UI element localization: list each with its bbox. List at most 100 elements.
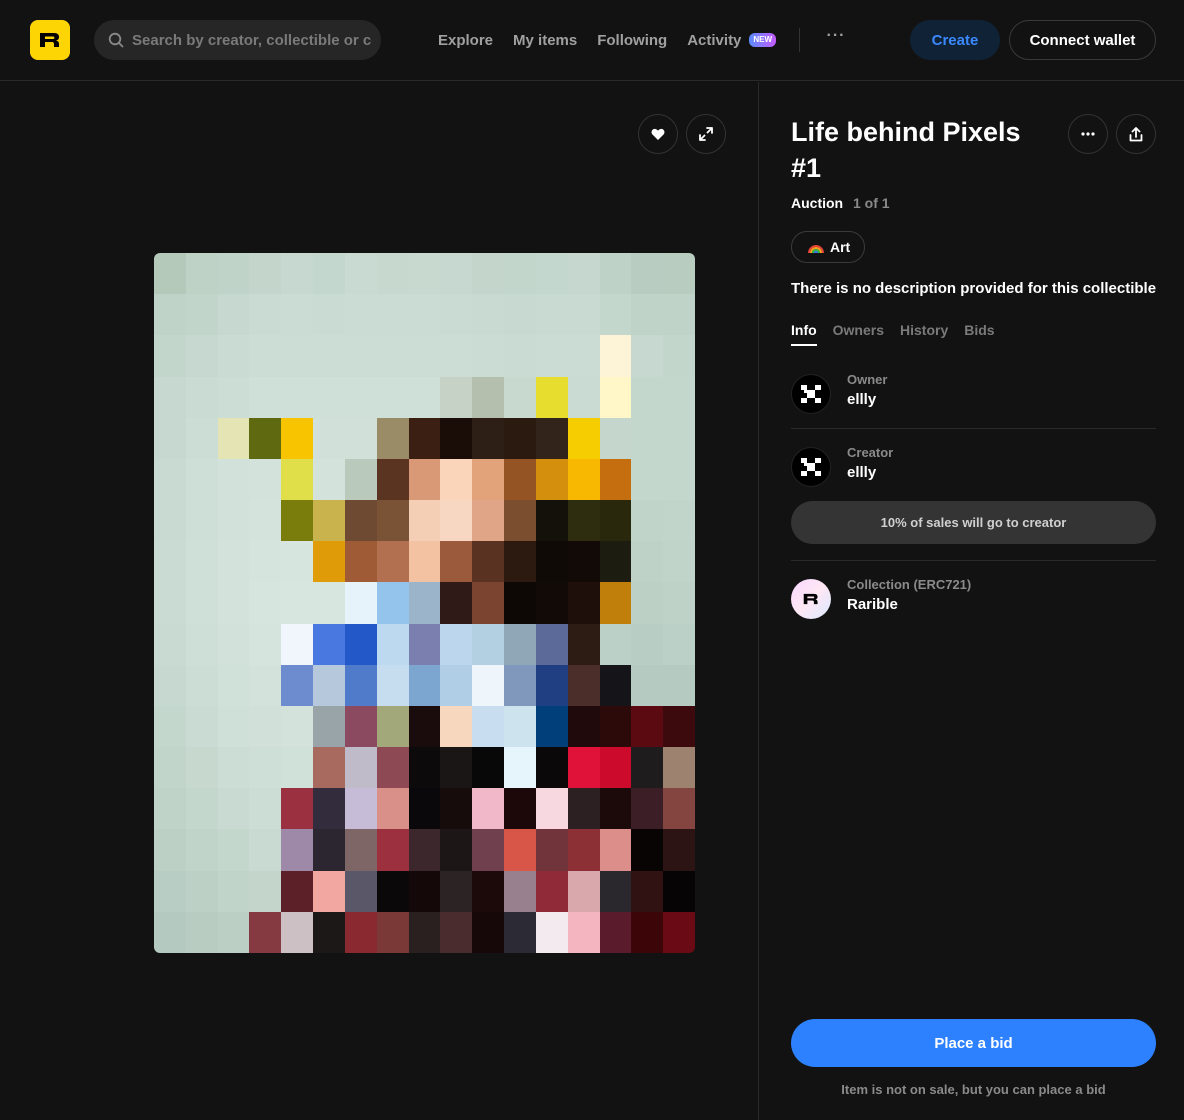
- artwork-pixel: [217, 623, 250, 665]
- artwork-pixel: [376, 541, 409, 583]
- detail-tabs: Info Owners History Bids: [791, 322, 1011, 346]
- artwork-pixel: [567, 705, 600, 748]
- owner-row[interactable]: Owner ellly: [791, 370, 1156, 430]
- artwork-pixel: [313, 911, 345, 953]
- artwork-image[interactable]: [154, 253, 695, 953]
- artwork-pixel: [185, 582, 218, 624]
- artwork-pixel: [535, 623, 568, 665]
- artwork-pixel: [599, 253, 632, 295]
- artwork-pixel: [281, 500, 314, 542]
- artwork-pixel: [567, 458, 600, 501]
- artwork-pixel: [599, 788, 632, 830]
- collection-name[interactable]: Rarible: [847, 596, 898, 613]
- owner-name[interactable]: ellly: [847, 391, 876, 408]
- artwork-pixel: [567, 500, 600, 542]
- artwork-pixel: [281, 623, 314, 665]
- artwork-pixel: [472, 541, 505, 583]
- share-icon: [1129, 126, 1143, 141]
- row-separator: [791, 560, 1156, 561]
- artwork-pixel: [631, 417, 664, 459]
- tab-info[interactable]: Info: [791, 322, 817, 346]
- artwork-pixel: [376, 582, 409, 624]
- creator-avatar: [791, 447, 831, 487]
- artwork-pixel: [249, 335, 282, 377]
- artwork-pixel: [281, 911, 314, 953]
- artwork-pixel: [440, 335, 473, 377]
- sale-type: Auction: [791, 195, 844, 211]
- artwork-pixel: [281, 294, 314, 336]
- fullscreen-button[interactable]: [686, 114, 726, 154]
- expand-icon: [699, 127, 713, 141]
- royalty-info: 10% of sales will go to creator: [791, 501, 1156, 544]
- artwork-pixel: [504, 335, 536, 377]
- nav-explore[interactable]: Explore: [438, 32, 493, 49]
- artwork-pixel: [281, 664, 314, 706]
- nav-activity[interactable]: Activity NEW: [687, 32, 777, 49]
- artwork-pixel: [249, 747, 282, 789]
- artwork-pixel: [344, 335, 377, 377]
- like-button[interactable]: [638, 114, 678, 154]
- artwork-pixel: [154, 417, 186, 459]
- nav-following[interactable]: Following: [597, 32, 667, 49]
- artwork-pixel: [344, 705, 377, 748]
- artwork-pixel: [154, 870, 186, 912]
- artwork-pixel: [663, 870, 695, 912]
- tab-bids[interactable]: Bids: [964, 322, 994, 346]
- search-bar[interactable]: [94, 20, 381, 60]
- creator-name[interactable]: ellly: [847, 464, 876, 481]
- create-button[interactable]: Create: [910, 20, 1000, 60]
- artwork-pixel: [567, 747, 600, 789]
- place-bid-button[interactable]: Place a bid: [791, 1019, 1156, 1067]
- artwork-pixel: [408, 376, 441, 418]
- artwork-pixel: [313, 623, 345, 665]
- artwork-pixel: [504, 417, 536, 459]
- bid-note: Item is not on sale, but you can place a…: [841, 1082, 1106, 1097]
- artwork-pixel: [217, 705, 250, 748]
- connect-wallet-button[interactable]: Connect wallet: [1009, 20, 1156, 60]
- artwork-pixel: [504, 376, 536, 418]
- artwork-pixel: [408, 664, 441, 706]
- artwork-pixel: [344, 253, 377, 295]
- collection-row[interactable]: Collection (ERC721) Rarible: [791, 575, 1156, 635]
- artwork-pixel: [249, 705, 282, 748]
- artwork-pixel: [313, 253, 345, 295]
- artwork-pixel: [535, 582, 568, 624]
- artwork-pixel: [535, 747, 568, 789]
- artwork-pixel: [376, 829, 409, 871]
- artwork-pixel: [408, 500, 441, 542]
- artwork-pixel: [249, 664, 282, 706]
- artwork-pixel: [281, 788, 314, 830]
- artwork-pixel: [249, 870, 282, 912]
- tab-owners[interactable]: Owners: [833, 322, 884, 346]
- artwork-pixel: [185, 335, 218, 377]
- artwork-pixel: [217, 541, 250, 583]
- artwork-pixel: [313, 376, 345, 418]
- artwork-pixel: [440, 705, 473, 748]
- artwork-pixel: [440, 829, 473, 871]
- artwork-pixel: [408, 417, 441, 459]
- artwork-pixel: [663, 664, 695, 706]
- artwork-pixel: [504, 458, 536, 501]
- artwork-pixel: [440, 870, 473, 912]
- category-tag[interactable]: Art: [791, 231, 866, 263]
- artwork-pixel: [504, 500, 536, 542]
- artwork-pixel: [440, 500, 473, 542]
- panel-divider: [758, 82, 759, 1120]
- options-button[interactable]: [1068, 114, 1108, 154]
- search-input[interactable]: [132, 31, 372, 49]
- artwork-pixel: [472, 376, 505, 418]
- owner-label: Owner: [847, 372, 888, 387]
- more-menu-button[interactable]: ···: [824, 26, 848, 50]
- share-button[interactable]: [1116, 114, 1156, 154]
- nav-my-items[interactable]: My items: [513, 32, 577, 49]
- rarible-logo[interactable]: [30, 20, 70, 60]
- artwork-pixel: [535, 911, 568, 953]
- tab-history[interactable]: History: [900, 322, 948, 346]
- artwork-pixel: [313, 541, 345, 583]
- artwork-pixel: [154, 664, 186, 706]
- artwork-pixel: [313, 335, 345, 377]
- artwork-pixel: [631, 500, 664, 542]
- artwork-pixel: [535, 829, 568, 871]
- creator-row[interactable]: Creator ellly: [791, 443, 1156, 503]
- artwork-pixel: [567, 870, 600, 912]
